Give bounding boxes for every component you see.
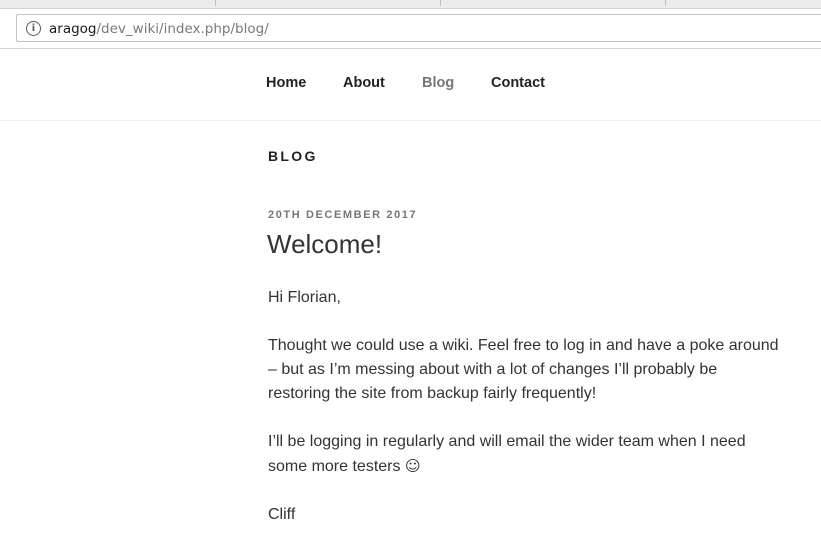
nav-item-home[interactable]: Home [266,75,306,91]
post-paragraph: Cliff [268,503,808,527]
tab-separator [665,0,666,6]
smiley-icon: ☺ [404,457,421,475]
post-signature: Cliff [268,506,296,523]
post-content: Hi Florian, Thought we could use a wiki.… [268,286,808,543]
tab-strip [0,0,821,9]
url-path: /dev_wiki/index.php/blog/ [96,21,269,37]
site-navigation: Home About Blog Contact [0,49,821,121]
info-icon[interactable]: i [26,21,41,36]
post-text-line: I’ll be logging in regularly and will em… [268,433,746,450]
browser-window: i aragog/dev_wiki/index.php/blog/ Home A… [0,0,821,543]
post-text-line: – but as I’m messing about with a lot of… [268,361,718,378]
post-text-line: Thought we could use a wiki. Feel free t… [268,337,779,354]
post-text-line: Hi Florian, [268,289,341,306]
url-host: aragog [49,21,97,37]
address-bar[interactable]: i aragog/dev_wiki/index.php/blog/ [16,14,821,42]
post-title-link[interactable]: Welcome! [267,229,382,260]
post-paragraph: I’ll be logging in regularly and will em… [268,430,808,479]
post-paragraph: Hi Florian, [268,286,808,310]
url-text[interactable]: aragog/dev_wiki/index.php/blog/ [49,20,269,38]
tab-separator [215,0,216,6]
nav-item-about[interactable]: About [343,75,385,91]
page-title: BLOG [268,148,318,164]
post-text-line: some more testers ☺ [268,454,808,479]
post-text-line: restoring the site from backup fairly fr… [268,385,597,402]
browser-toolbar: i aragog/dev_wiki/index.php/blog/ [0,9,821,49]
nav-item-contact[interactable]: Contact [491,75,545,91]
post-text-segment: some more testers [268,458,401,475]
post-date-link[interactable]: 20TH DECEMBER 2017 [268,209,417,221]
post-paragraph: Thought we could use a wiki. Feel free t… [268,334,808,406]
tab-separator [440,0,441,6]
nav-item-blog[interactable]: Blog [422,75,454,91]
